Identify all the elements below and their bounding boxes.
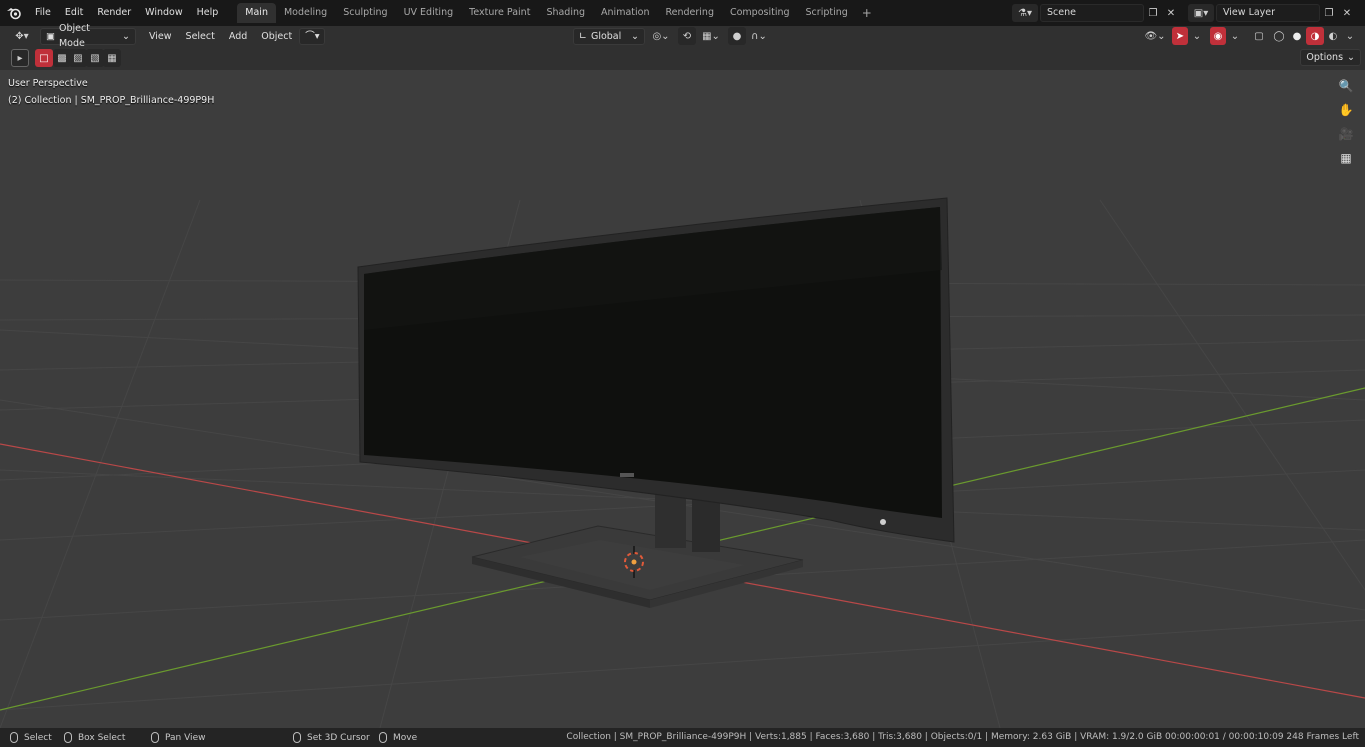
gizmo-dropdown-icon[interactable]: ⌄	[1190, 27, 1204, 45]
options-label: Options	[1306, 52, 1344, 63]
transform-orientation-dropdown[interactable]: ∟ Global ⌄	[573, 27, 645, 45]
orientation-label: Global	[590, 30, 622, 42]
status-pan-view-label: Pan View	[165, 732, 206, 743]
view-layer-selector: ▣▾ View Layer ❐ ✕	[1188, 3, 1356, 23]
editor-type-icon[interactable]: ✥▾	[8, 27, 36, 45]
tab-modeling[interactable]: Modeling	[276, 3, 335, 23]
tab-sculpting[interactable]: Sculpting	[335, 3, 395, 23]
falloff-icon[interactable]: ∩⌄	[746, 27, 772, 45]
tab-animation[interactable]: Animation	[593, 3, 657, 23]
gizmo-icon[interactable]: ➤	[1172, 27, 1188, 45]
status-set-cursor: Set 3D Cursor	[293, 732, 370, 743]
rendered-shading-icon[interactable]: ◐	[1324, 27, 1342, 45]
status-bar: Select Box Select Pan View Set 3D Cursor…	[0, 728, 1365, 747]
status-pan-view: Pan View	[151, 732, 205, 743]
tab-compositing[interactable]: Compositing	[722, 3, 798, 23]
menu-object[interactable]: Object	[254, 31, 299, 42]
wireframe-shading-icon[interactable]: ◯	[1270, 27, 1288, 45]
pivot-point-icon[interactable]: ◎⌄	[648, 27, 674, 45]
proportional-edit-icon[interactable]: ●	[728, 27, 746, 45]
select-new-icon[interactable]: □	[35, 49, 53, 67]
scene-selector: ⚗▾ Scene ❐ ✕	[1012, 3, 1180, 23]
solid-shading-icon[interactable]: ●	[1288, 27, 1306, 45]
view-layer-icon[interactable]: ▣▾	[1188, 4, 1214, 22]
overlay-icon[interactable]: ◉	[1210, 27, 1226, 45]
menu-view[interactable]: View	[142, 31, 179, 42]
chevron-down-icon: ⌄	[1347, 52, 1355, 63]
select-subtract-icon[interactable]: ▨	[69, 49, 87, 67]
delete-scene-icon[interactable]: ✕	[1162, 4, 1180, 22]
3d-viewport[interactable]: User Perspective (2) Collection | SM_PRO…	[0, 70, 1365, 728]
mouse-drag-icon	[64, 732, 72, 743]
viewport-header: ✥▾ ▣ Object Mode ⌄ View Select Add Objec…	[0, 23, 1365, 49]
hand-pan-icon[interactable]: ✋	[1335, 99, 1357, 121]
mode-dropdown[interactable]: ▣ Object Mode ⌄	[40, 23, 136, 49]
menu-select[interactable]: Select	[179, 31, 222, 42]
menu-edit[interactable]: Edit	[58, 3, 90, 23]
tab-uv-editing[interactable]: UV Editing	[396, 3, 462, 23]
menu-help[interactable]: Help	[190, 3, 226, 23]
camera-icon[interactable]: 🎥	[1335, 123, 1357, 145]
visibility-icon[interactable]: 👁⌄	[1142, 27, 1168, 45]
shading-dropdown-icon[interactable]: ⌄	[1343, 27, 1357, 45]
status-box-select: Box Select	[64, 732, 125, 743]
tab-rendering[interactable]: Rendering	[657, 3, 722, 23]
new-view-layer-icon[interactable]: ❐	[1320, 4, 1338, 22]
status-move-label: Move	[393, 732, 418, 743]
menu-file[interactable]: File	[28, 3, 58, 23]
snap-target-icon[interactable]: ▦⌄	[698, 27, 724, 45]
add-workspace-button[interactable]: +	[856, 6, 878, 20]
snap-icon[interactable]: ⟲	[678, 27, 696, 45]
select-tool-icon[interactable]: ▸	[11, 49, 29, 67]
xray-icon[interactable]: ▢	[1250, 27, 1268, 45]
tab-texture-paint[interactable]: Texture Paint	[461, 3, 538, 23]
status-select-label: Select	[24, 732, 52, 743]
chevron-down-icon: ⌄	[122, 30, 130, 42]
tab-main[interactable]: Main	[237, 3, 276, 23]
chevron-down-icon: ⌄	[631, 30, 639, 42]
mouse-middle-icon	[151, 732, 159, 743]
delete-view-layer-icon[interactable]: ✕	[1338, 4, 1356, 22]
menu-add[interactable]: Add	[222, 31, 254, 42]
status-box-select-label: Box Select	[78, 732, 126, 743]
scene-icon[interactable]: ⚗▾	[1012, 4, 1038, 22]
mouse-right-icon	[293, 732, 301, 743]
tool-settings-row: ▸ □ ▩ ▨ ▧ ▦ Options ⌄	[0, 46, 1365, 70]
blender-logo-icon[interactable]	[0, 0, 28, 26]
mouse-move-icon	[379, 732, 387, 743]
status-select: Select	[10, 732, 52, 743]
workspace-tabs: Main Modeling Sculpting UV Editing Textu…	[237, 3, 878, 23]
select-intersect-icon[interactable]: ▦	[103, 49, 121, 67]
status-set-cursor-label: Set 3D Cursor	[307, 732, 370, 743]
top-menu-bar: File Edit Render Window Help Main Modeli…	[0, 0, 1365, 26]
mouse-left-icon	[10, 732, 18, 743]
view-layer-field[interactable]: View Layer	[1216, 4, 1320, 22]
viewport-canvas	[0, 197, 1365, 728]
menu-render[interactable]: Render	[90, 3, 138, 23]
tab-scripting[interactable]: Scripting	[798, 3, 856, 23]
select-invert-icon[interactable]: ▧	[86, 49, 104, 67]
scene-statistics: Collection | SM_PROP_Brilliance-499P9H |…	[566, 732, 1359, 742]
proportional-dropdown[interactable]: ⌒▾	[299, 27, 326, 45]
overlay-dropdown-icon[interactable]: ⌄	[1228, 27, 1242, 45]
new-scene-icon[interactable]: ❐	[1144, 4, 1162, 22]
curved-monitor[interactable]	[357, 197, 955, 543]
tab-shading[interactable]: Shading	[538, 3, 593, 23]
scene-field[interactable]: Scene	[1040, 4, 1144, 22]
object-mode-icon: ▣	[46, 30, 55, 42]
zoom-icon[interactable]: 🔍	[1335, 75, 1357, 97]
status-move: Move	[379, 732, 417, 743]
menu-window[interactable]: Window	[138, 3, 189, 23]
options-dropdown[interactable]: Options ⌄	[1300, 49, 1361, 66]
collection-info: (2) Collection | SM_PROP_Brilliance-499P…	[8, 95, 215, 106]
material-shading-icon[interactable]: ◑	[1306, 27, 1324, 45]
perspective-label: User Perspective	[8, 78, 88, 89]
orientation-icon: ∟	[579, 30, 587, 42]
grid-ortho-icon[interactable]: ▦	[1335, 147, 1357, 169]
